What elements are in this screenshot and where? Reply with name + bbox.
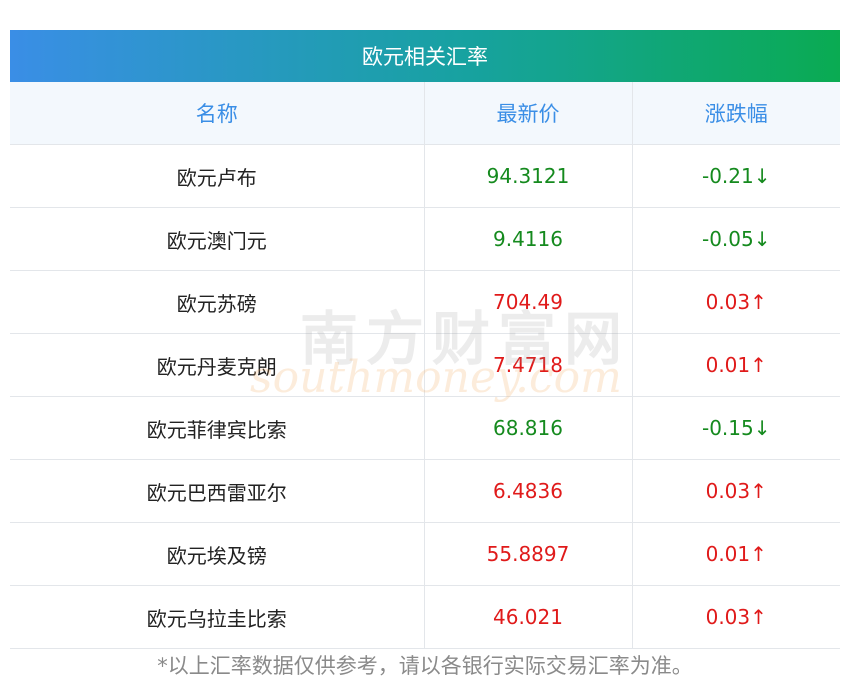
disclaimer-note: *以上汇率数据仅供参考，请以各银行实际交易汇率为准。: [157, 654, 693, 678]
column-header-price: 最新价: [424, 82, 633, 145]
table-row: 欧元苏磅 704.49 0.03↑: [10, 270, 840, 334]
latest-price: 6.4836: [424, 459, 633, 523]
currency-pair-name: 欧元丹麦克朗: [10, 333, 425, 397]
change-value: 0.01↑: [632, 333, 840, 397]
column-header-name: 名称: [10, 82, 425, 145]
table-title: 欧元相关汇率: [10, 30, 840, 82]
currency-pair-name: 欧元乌拉圭比索: [10, 585, 425, 649]
change-value: 0.03↑: [632, 585, 840, 649]
change-value: 0.01↑: [632, 522, 840, 586]
currency-pair-name: 欧元埃及镑: [10, 522, 425, 586]
change-value: -0.15↓: [632, 396, 840, 460]
change-value: 0.03↑: [632, 459, 840, 523]
table-row: 欧元丹麦克朗 7.4718 0.01↑: [10, 333, 840, 397]
table-row: 欧元巴西雷亚尔 6.4836 0.03↑: [10, 459, 840, 523]
table-row: 欧元菲律宾比索 68.816 -0.15↓: [10, 396, 840, 460]
latest-price: 46.021: [424, 585, 633, 649]
table-row: 欧元澳门元 9.4116 -0.05↓: [10, 207, 840, 271]
currency-pair-name: 欧元菲律宾比索: [10, 396, 425, 460]
currency-pair-name: 欧元澳门元: [10, 207, 425, 271]
currency-pair-name: 欧元苏磅: [10, 270, 425, 334]
table-row: 欧元埃及镑 55.8897 0.01↑: [10, 522, 840, 586]
latest-price: 7.4718: [424, 333, 633, 397]
table-row: 欧元乌拉圭比索 46.021 0.03↑: [10, 585, 840, 649]
latest-price: 704.49: [424, 270, 633, 334]
latest-price: 68.816: [424, 396, 633, 460]
exchange-rate-card: 欧元相关汇率 名称 最新价 涨跌幅 欧元卢布 94.3121 -0.21↓ 欧元…: [10, 30, 840, 649]
table-row: 欧元卢布 94.3121 -0.21↓: [10, 144, 840, 208]
currency-pair-name: 欧元卢布: [10, 144, 425, 208]
change-value: 0.03↑: [632, 270, 840, 334]
latest-price: 94.3121: [424, 144, 633, 208]
change-value: -0.05↓: [632, 207, 840, 271]
exchange-rate-table: 名称 最新价 涨跌幅 欧元卢布 94.3121 -0.21↓ 欧元澳门元 9.4…: [10, 82, 840, 649]
column-header-change: 涨跌幅: [632, 82, 840, 145]
latest-price: 55.8897: [424, 522, 633, 586]
latest-price: 9.4116: [424, 207, 633, 271]
change-value: -0.21↓: [632, 144, 840, 208]
table-header-row: 名称 最新价 涨跌幅: [10, 82, 840, 145]
currency-pair-name: 欧元巴西雷亚尔: [10, 459, 425, 523]
